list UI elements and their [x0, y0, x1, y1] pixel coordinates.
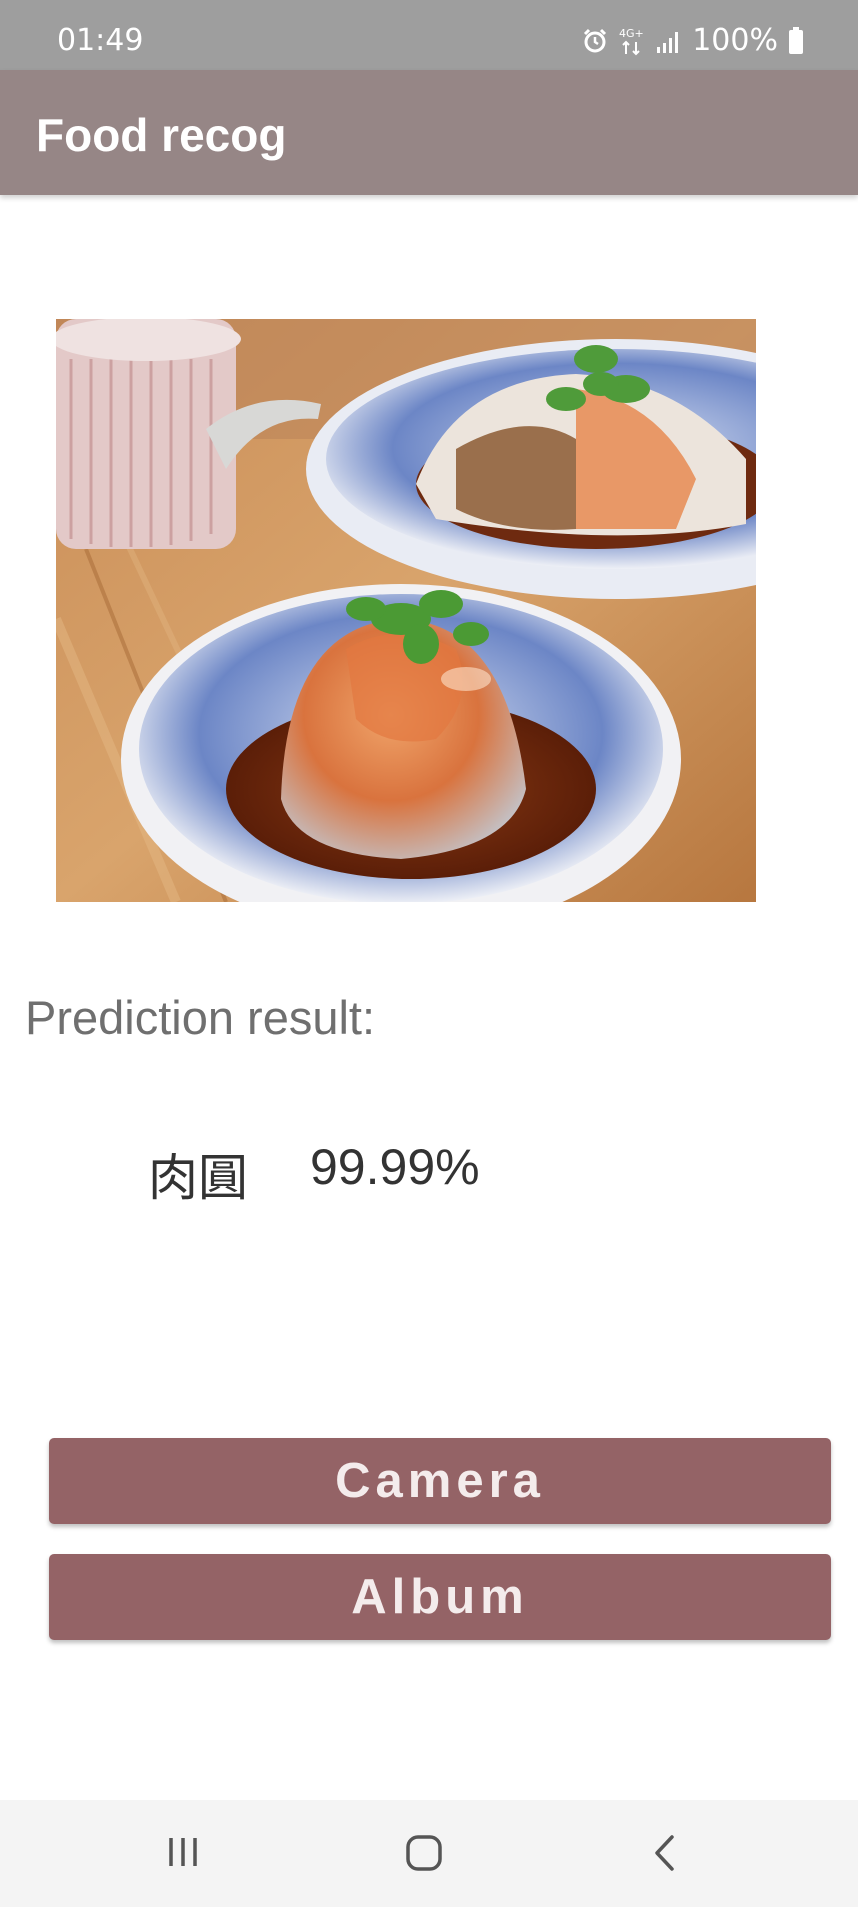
- album-button[interactable]: Album: [49, 1554, 831, 1640]
- back-icon[interactable]: [650, 1834, 680, 1872]
- recent-apps-icon[interactable]: [165, 1834, 201, 1870]
- status-icons: 4G+ 100%: [582, 26, 804, 56]
- navigation-bar: [0, 1800, 858, 1907]
- alarm-icon: [584, 28, 607, 53]
- food-photo: [56, 319, 756, 902]
- app-bar: Food recog: [0, 70, 858, 195]
- status-bar: 01:49 4G+ 100%: [0, 0, 858, 70]
- network-type-text: 4G+: [619, 27, 644, 40]
- prediction-label: Prediction result:: [25, 991, 376, 1044]
- battery-icon: [789, 27, 803, 54]
- battery-percent: 100%: [692, 23, 778, 58]
- network-4g-icon: 4G+: [619, 27, 644, 56]
- home-icon[interactable]: [405, 1834, 443, 1872]
- status-time: 01:49: [57, 23, 144, 58]
- app-title: Food recog: [36, 109, 287, 161]
- prediction-food-name: 肉圓: [148, 1149, 248, 1207]
- camera-button[interactable]: Camera: [49, 1438, 831, 1524]
- signal-icon: [657, 32, 679, 53]
- prediction-confidence: 99.99%: [310, 1139, 480, 1195]
- food-photo-illustration: [56, 319, 756, 902]
